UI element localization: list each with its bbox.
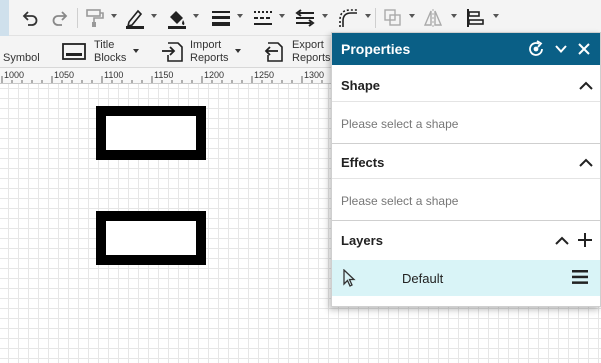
undo-icon bbox=[22, 11, 38, 26]
effects-section-title: Effects bbox=[341, 155, 385, 170]
export-reports-label-1: Export bbox=[292, 39, 324, 51]
properties-title: Properties bbox=[341, 41, 411, 57]
align-icon bbox=[467, 9, 484, 27]
refresh-eye-icon bbox=[529, 40, 543, 56]
chevron-up-icon[interactable] bbox=[554, 234, 570, 248]
hamburger-menu-icon[interactable] bbox=[571, 269, 589, 285]
fill-color-dropdown[interactable] bbox=[193, 14, 199, 18]
line-width-button[interactable] bbox=[210, 6, 232, 30]
dash-style-icon bbox=[254, 11, 272, 25]
close-icon bbox=[578, 43, 590, 55]
undo-button[interactable] bbox=[20, 6, 40, 30]
line-color-dropdown[interactable] bbox=[151, 14, 157, 18]
corner-radius-dropdown[interactable] bbox=[365, 14, 371, 18]
import-reports-button[interactable] bbox=[160, 41, 184, 68]
corner-radius-icon bbox=[339, 9, 357, 27]
section-divider bbox=[332, 178, 600, 179]
ruler-tick-label: 1150 bbox=[154, 70, 174, 80]
import-reports-label-2: Reports bbox=[190, 52, 229, 64]
connector-button[interactable] bbox=[294, 6, 316, 30]
ruler-tick-label: 1000 bbox=[4, 70, 25, 80]
add-layer-icon[interactable] bbox=[577, 232, 593, 248]
toolbar-separator bbox=[375, 8, 376, 28]
export-reports-label-2: Reports bbox=[292, 52, 331, 64]
line-width-icon bbox=[212, 11, 230, 26]
main-toolbar bbox=[0, 0, 601, 36]
section-divider bbox=[332, 143, 600, 144]
format-painter-icon bbox=[86, 9, 104, 27]
toolbar-selection-accent bbox=[0, 0, 9, 36]
ruler-tick-label: 1100 bbox=[104, 70, 124, 80]
group-dropdown[interactable] bbox=[409, 14, 415, 18]
format-painter-button[interactable] bbox=[84, 6, 106, 30]
symbol-label[interactable]: Symbol bbox=[3, 53, 40, 64]
export-reports-button[interactable] bbox=[262, 41, 286, 68]
corner-radius-button[interactable] bbox=[337, 6, 359, 30]
ruler-tick-label: 1050 bbox=[54, 70, 75, 80]
fill-color-button[interactable] bbox=[166, 6, 188, 30]
rectangle-shape[interactable] bbox=[96, 211, 206, 265]
ruler-tick-label: 1250 bbox=[254, 70, 275, 80]
dash-style-dropdown[interactable] bbox=[279, 14, 285, 18]
section-divider bbox=[332, 220, 600, 221]
effects-placeholder-text: Please select a shape bbox=[341, 194, 459, 208]
import-reports-label-1: Import bbox=[190, 39, 222, 51]
layers-section-header: Layers bbox=[332, 225, 600, 257]
connector-arrows-icon bbox=[295, 9, 315, 27]
import-icon bbox=[162, 42, 183, 62]
close-panel-button[interactable] bbox=[577, 42, 591, 61]
section-divider bbox=[332, 101, 600, 102]
title-blocks-label-1: Title bbox=[94, 39, 115, 51]
redo-icon bbox=[52, 11, 68, 26]
title-blocks-button[interactable] bbox=[62, 42, 86, 67]
line-width-dropdown[interactable] bbox=[237, 14, 243, 18]
import-reports-dropdown[interactable] bbox=[235, 49, 241, 53]
export-icon bbox=[264, 42, 283, 62]
effects-section-header[interactable]: Effects bbox=[332, 147, 600, 179]
properties-header: Properties bbox=[332, 33, 600, 65]
layer-name: Default bbox=[402, 271, 444, 286]
chevron-down-icon bbox=[555, 45, 567, 53]
pen-icon bbox=[126, 9, 144, 29]
align-button[interactable] bbox=[464, 6, 486, 30]
dash-style-button[interactable] bbox=[252, 6, 274, 30]
paint-bucket-icon bbox=[168, 11, 186, 29]
group-icon bbox=[384, 9, 401, 26]
title-blocks-icon bbox=[62, 43, 86, 60]
connector-dropdown[interactable] bbox=[322, 14, 328, 18]
format-painter-dropdown[interactable] bbox=[111, 14, 117, 18]
flip-button[interactable] bbox=[422, 6, 444, 30]
ruler-tick-label: 1200 bbox=[204, 70, 225, 80]
properties-panel: Properties Shape Please select a shape E… bbox=[331, 32, 601, 307]
title-blocks-label-2: Blocks bbox=[94, 52, 127, 64]
chevron-up-icon[interactable] bbox=[578, 79, 594, 93]
flip-dropdown[interactable] bbox=[451, 14, 457, 18]
group-button[interactable] bbox=[382, 6, 404, 30]
shape-section-title: Shape bbox=[341, 78, 381, 93]
cursor-pointer-icon bbox=[343, 269, 356, 287]
redo-button[interactable] bbox=[50, 6, 70, 30]
chevron-up-icon[interactable] bbox=[578, 156, 594, 170]
reset-view-button[interactable] bbox=[526, 39, 546, 64]
title-blocks-dropdown[interactable] bbox=[133, 49, 139, 53]
layers-section-title: Layers bbox=[341, 233, 383, 248]
shape-placeholder-text: Please select a shape bbox=[341, 117, 459, 131]
shape-section-header[interactable]: Shape bbox=[332, 70, 600, 102]
toolbar-separator bbox=[77, 8, 78, 28]
rectangle-shape[interactable] bbox=[96, 106, 206, 160]
align-dropdown[interactable] bbox=[493, 14, 499, 18]
layer-row[interactable]: Default bbox=[332, 260, 600, 296]
ruler-tick-label: 1300 bbox=[304, 70, 325, 80]
collapse-panel-button[interactable] bbox=[554, 42, 568, 61]
line-color-button[interactable] bbox=[124, 6, 146, 30]
flip-icon bbox=[423, 9, 443, 27]
